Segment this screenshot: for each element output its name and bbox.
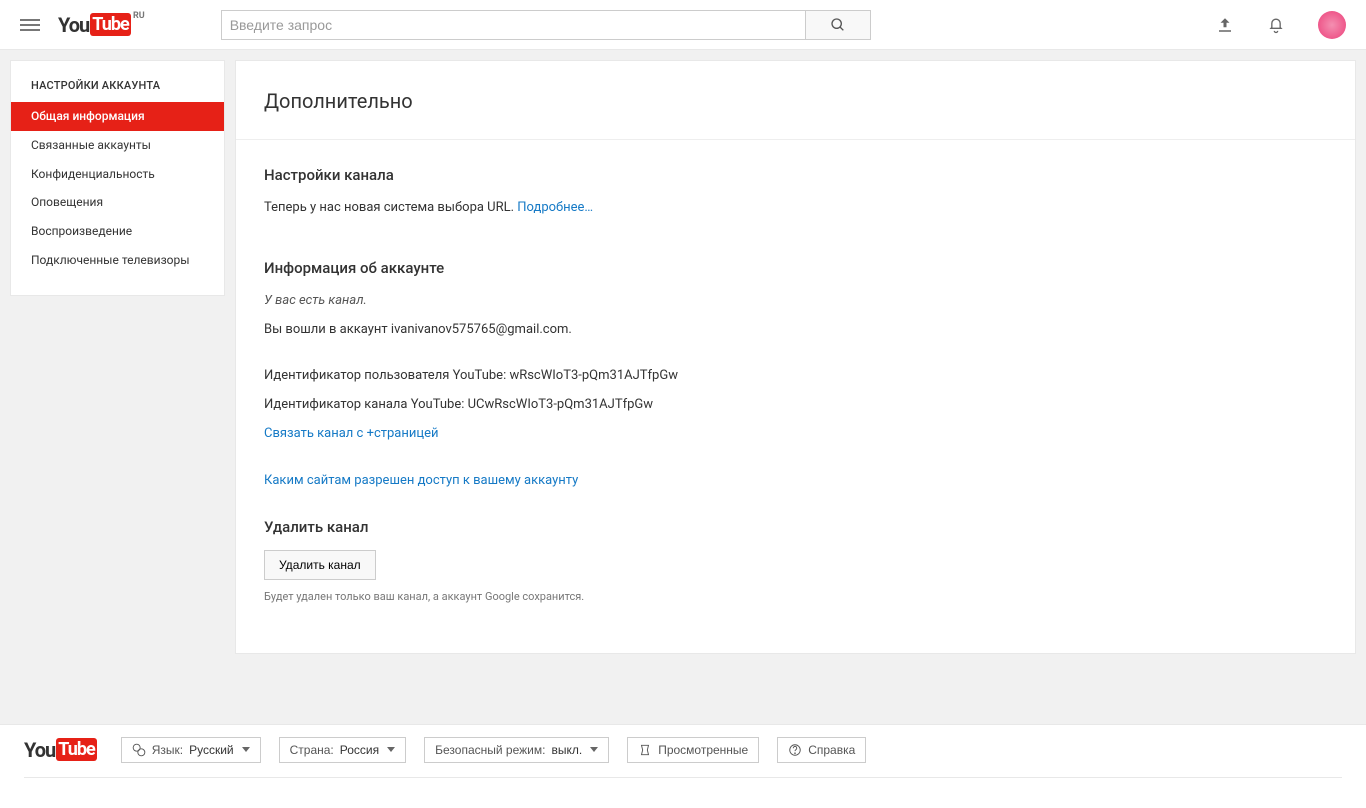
help-label: Справка <box>808 743 855 757</box>
section-channel-settings: Настройки канала <box>264 166 1327 184</box>
footer-logo[interactable]: You Tube <box>24 738 97 762</box>
section-delete-channel: Удалить канал <box>264 518 1327 536</box>
search-button[interactable] <box>806 10 871 40</box>
you-have-channel-text: У вас есть канал. <box>264 293 367 308</box>
search-input[interactable] <box>221 10 806 40</box>
sidebar-item[interactable]: Воспроизведение <box>11 217 224 246</box>
link-plus-page[interactable]: Связать канал с +страницей <box>264 426 438 441</box>
learn-more-link[interactable]: Подробнее… <box>517 200 593 215</box>
menu-icon[interactable] <box>20 16 40 34</box>
page-title: Дополнительно <box>264 89 1327 113</box>
country-picker[interactable]: Страна: Россия <box>279 737 407 763</box>
logo-you: You <box>58 13 89 37</box>
language-label: Язык: <box>152 743 183 757</box>
safety-value: выкл. <box>551 743 582 757</box>
search-form <box>221 10 871 40</box>
page-body: НАСТРОЙКИ АККАУНТА Общая информацияСвяза… <box>0 50 1366 664</box>
search-icon <box>830 17 846 33</box>
help-button[interactable]: Справка <box>777 737 866 763</box>
sidebar-item[interactable]: Подключенные телевизоры <box>11 246 224 275</box>
safety-mode-picker[interactable]: Безопасный режим: выкл. <box>424 737 609 763</box>
logo-region: RU <box>133 11 145 21</box>
sidebar-title: НАСТРОЙКИ АККАУНТА <box>11 61 224 102</box>
sidebar-item[interactable]: Конфиденциальность <box>11 160 224 189</box>
header-actions <box>1216 11 1346 39</box>
avatar[interactable] <box>1318 11 1346 39</box>
globe-icon <box>132 743 146 757</box>
safety-label: Безопасный режим: <box>435 743 545 757</box>
divider <box>236 139 1355 140</box>
watch-history-button[interactable]: Просмотренные <box>627 737 759 763</box>
history-label: Просмотренные <box>658 743 748 757</box>
sidebar-item[interactable]: Оповещения <box>11 188 224 217</box>
delete-channel-button[interactable]: Удалить канал <box>264 550 376 580</box>
youtube-channel-id: Идентификатор канала YouTube: UCwRscWIoT… <box>264 395 1327 416</box>
notifications-icon[interactable] <box>1266 15 1286 35</box>
logged-in-as-text: Вы вошли в аккаунт ivanivanov575765@gmai… <box>264 320 1327 341</box>
sidebar-item[interactable]: Связанные аккаунты <box>11 131 224 160</box>
history-icon <box>638 743 652 757</box>
settings-sidebar: НАСТРОЙКИ АККАУНТА Общая информацияСвяза… <box>10 60 225 296</box>
channel-settings-text: Теперь у нас новая система выбора URL. П… <box>264 198 1327 219</box>
chevron-down-icon <box>242 747 250 752</box>
channel-url-note: Теперь у нас новая система выбора URL. <box>264 200 517 215</box>
youtube-logo[interactable]: You Tube RU <box>58 13 131 37</box>
language-value: Русский <box>189 743 234 757</box>
delete-channel-note: Будет удален только ваш канал, а аккаунт… <box>264 590 1327 603</box>
section-account-info: Информация об аккаунте <box>264 259 1327 277</box>
youtube-user-id: Идентификатор пользователя YouTube: wRsc… <box>264 366 1327 387</box>
site-access-link[interactable]: Каким сайтам разрешен доступ к вашему ак… <box>264 473 578 488</box>
chevron-down-icon <box>387 747 395 752</box>
app-header: You Tube RU <box>0 0 1366 50</box>
country-value: Россия <box>340 743 379 757</box>
app-footer: You Tube Язык: Русский Страна: Россия Бе… <box>0 724 1366 808</box>
sidebar-item[interactable]: Общая информация <box>11 102 224 131</box>
settings-main-panel: Дополнительно Настройки канала Теперь у … <box>235 60 1356 654</box>
help-icon <box>788 743 802 757</box>
chevron-down-icon <box>590 747 598 752</box>
logo-tube: Tube <box>90 13 130 36</box>
upload-icon[interactable] <box>1216 16 1234 34</box>
country-label: Страна: <box>290 743 334 757</box>
language-picker[interactable]: Язык: Русский <box>121 737 261 763</box>
